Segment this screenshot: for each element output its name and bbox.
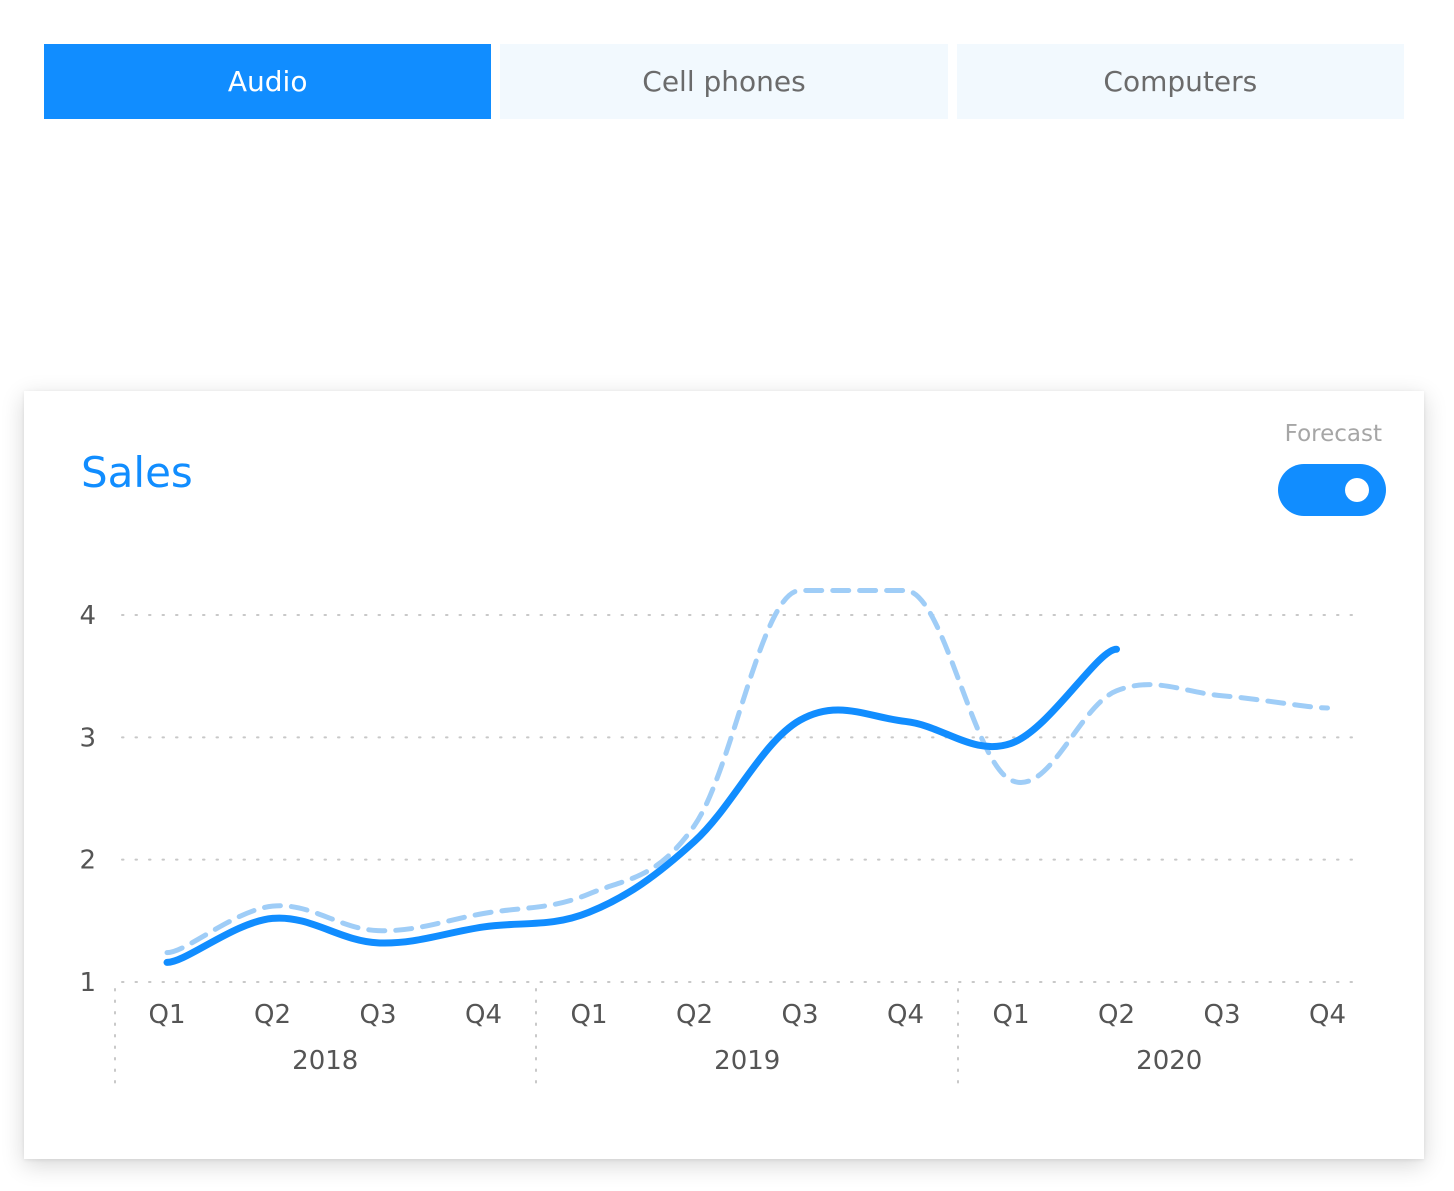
tab-computers[interactable]: Computers — [956, 44, 1404, 119]
y-tick-label: 1 — [79, 968, 96, 998]
x-tick-label: Q1 — [992, 1000, 1029, 1030]
category-tabs: Audio Cell phones Computers — [44, 44, 1404, 119]
y-axis-ticks: 1 2 3 4 — [79, 601, 96, 998]
y-tick-label: 3 — [79, 723, 96, 753]
tab-cell-phones[interactable]: Cell phones — [500, 44, 948, 119]
series-layer — [163, 588, 1330, 966]
x-tick-label: Q3 — [359, 1000, 396, 1030]
sales-actual-line — [163, 645, 1120, 966]
x-axis-ticks: Q1 Q2 Q3 Q4 Q1 Q2 Q3 Q4 Q1 Q2 Q3 Q4 2018 2019 2020 — [148, 1000, 1346, 1076]
x-tick-label: Q3 — [781, 1000, 818, 1030]
x-tick-label: Q3 — [1203, 1000, 1240, 1030]
x-tick-label: Q1 — [570, 1000, 607, 1030]
x-tick-label: Q2 — [254, 1000, 291, 1030]
x-tick-label: Q2 — [676, 1000, 713, 1030]
x-tick-label: Q4 — [465, 1000, 502, 1030]
year-label: 2018 — [292, 1046, 358, 1076]
sales-line-chart: 1 2 3 4 Q1 Q2 Q3 Q4 Q1 Q2 Q3 Q4 Q1 Q2 Q3 Q4 2018 2019 202… — [79, 588, 1361, 1087]
year-label: 2020 — [1136, 1046, 1202, 1076]
x-tick-label: Q2 — [1098, 1000, 1135, 1030]
x-tick-label: Q4 — [887, 1000, 924, 1030]
sales-card: Sales Forecast 1234 Q1 Q2 Q3 Q4 Q1 Q2 Q3 Q4 Q1 Q2… — [24, 391, 1424, 1159]
tab-audio[interactable]: Audio — [44, 44, 492, 119]
y-tick-label: 4 — [79, 601, 96, 631]
page-root: Audio Cell phones Computers Sales Foreca… — [0, 0, 1454, 1191]
x-tick-label: Q4 — [1309, 1000, 1346, 1030]
y-tick-label: 2 — [79, 846, 96, 876]
year-label: 2019 — [714, 1046, 780, 1076]
x-tick-label: Q1 — [148, 1000, 185, 1030]
